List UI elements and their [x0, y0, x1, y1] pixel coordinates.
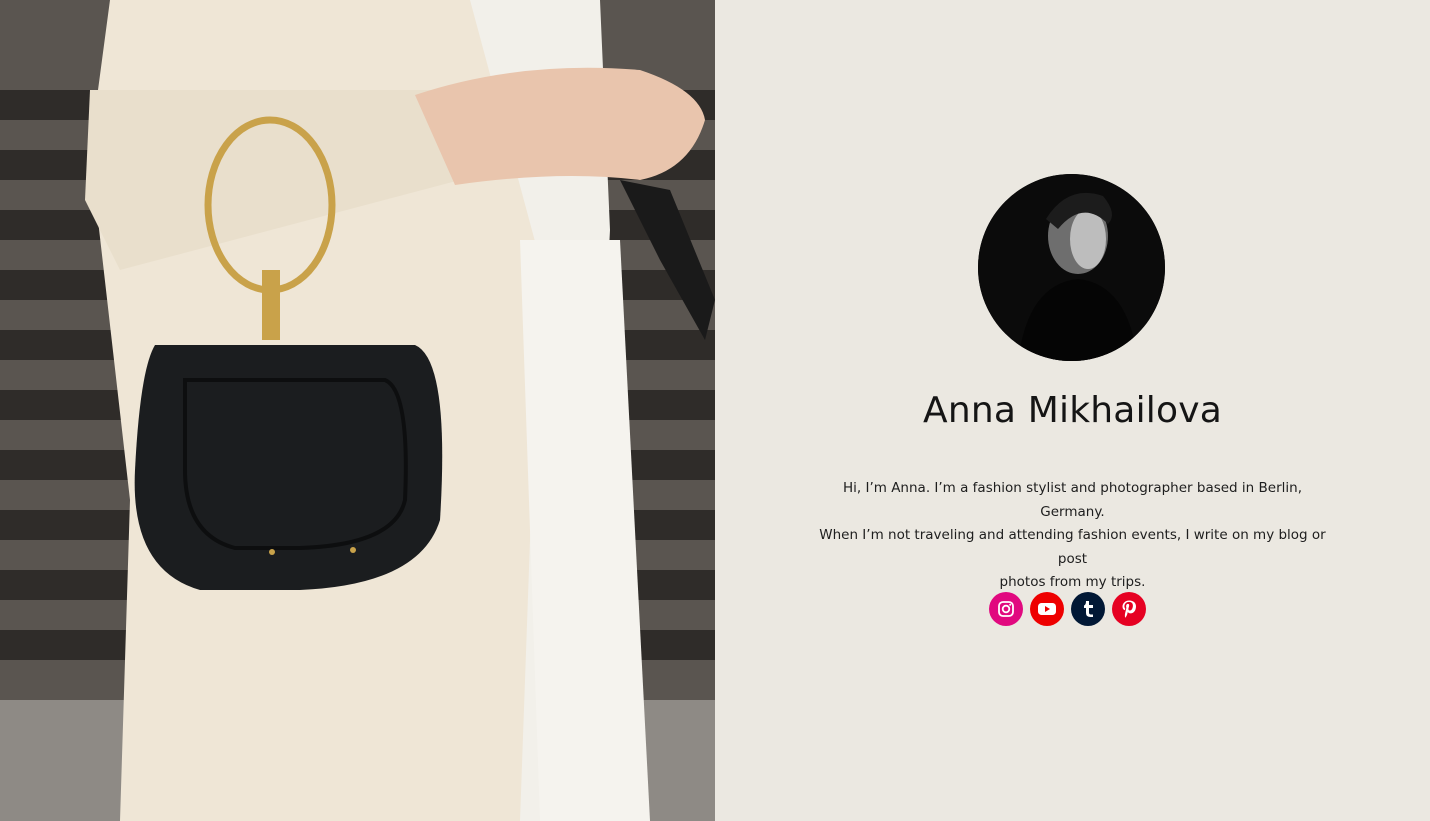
youtube-icon	[1038, 603, 1056, 615]
bio-line: photos from my trips.	[999, 574, 1146, 590]
tumblr-link[interactable]	[1071, 592, 1105, 626]
profile-panel: Anna Mikhailova Hi, I’m Anna. I’m a fash…	[715, 0, 1430, 821]
profile-name: Anna Mikhailova	[923, 390, 1222, 431]
instagram-link[interactable]	[989, 592, 1023, 626]
bio-line: Hi, I’m Anna. I’m a fashion stylist and …	[843, 480, 1302, 520]
hero-photo	[0, 0, 715, 821]
instagram-icon	[998, 601, 1014, 617]
profile-bio: Hi, I’m Anna. I’m a fashion stylist and …	[815, 477, 1330, 595]
avatar-photo	[978, 174, 1165, 361]
tumblr-icon	[1084, 601, 1093, 617]
page: Anna Mikhailova Hi, I’m Anna. I’m a fash…	[0, 0, 1430, 821]
pinterest-icon	[1122, 600, 1136, 618]
bio-line: When I’m not traveling and attending fas…	[819, 527, 1326, 567]
avatar	[978, 174, 1165, 361]
social-links	[989, 592, 1146, 626]
hero-illustration	[0, 0, 715, 821]
pinterest-link[interactable]	[1112, 592, 1146, 626]
youtube-link[interactable]	[1030, 592, 1064, 626]
